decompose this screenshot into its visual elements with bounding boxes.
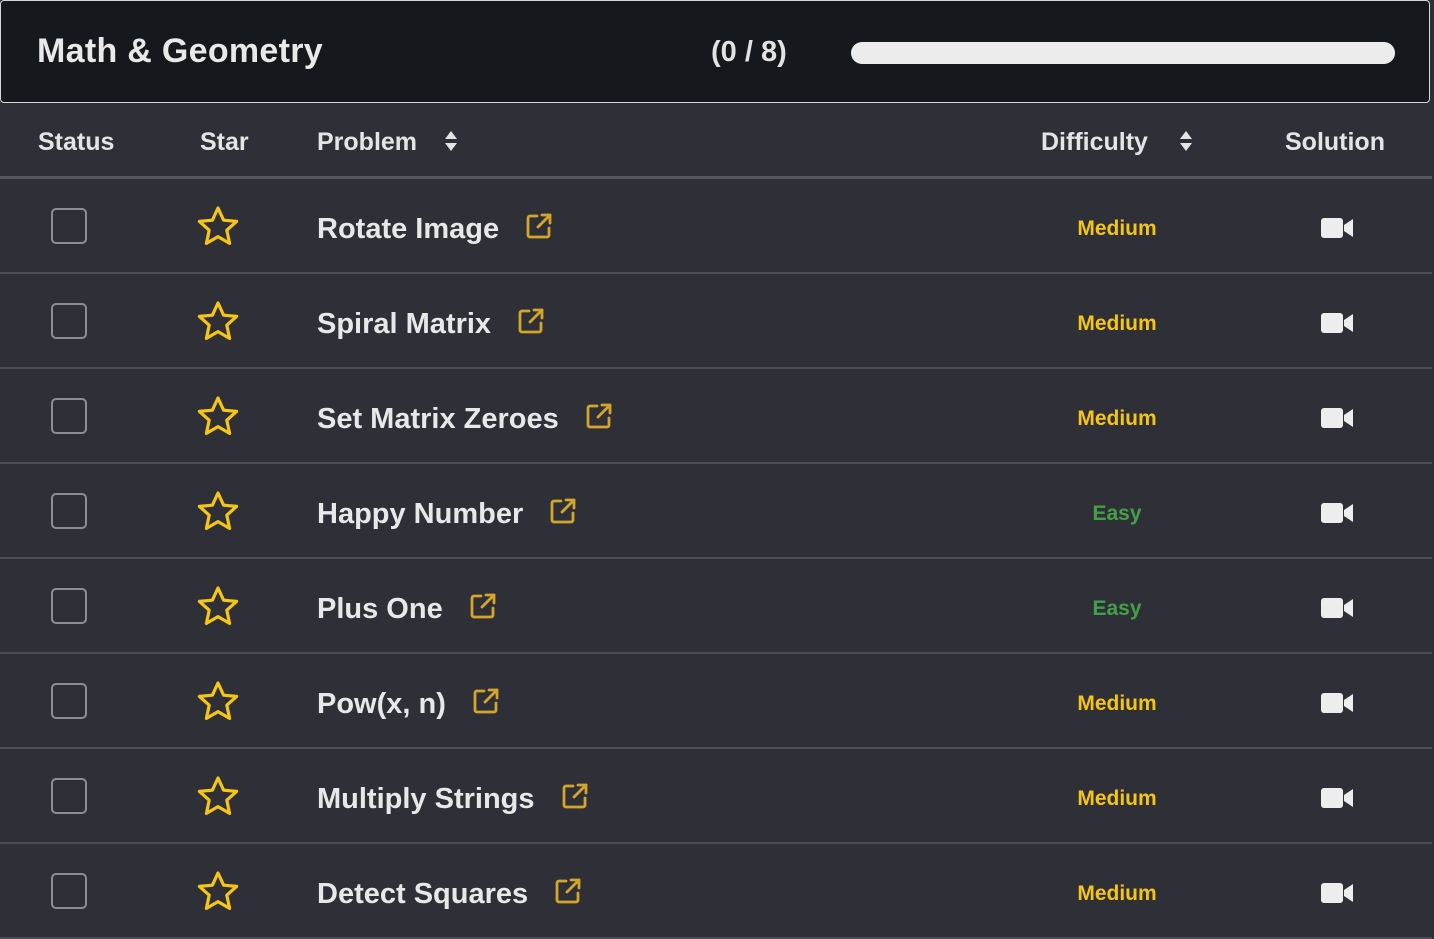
status-checkbox[interactable] bbox=[51, 398, 87, 434]
star-icon[interactable] bbox=[196, 680, 240, 722]
status-column-header: Status bbox=[38, 128, 115, 156]
difficulty-badge: Easy bbox=[1092, 502, 1142, 525]
problem-link[interactable]: Plus One bbox=[317, 592, 497, 626]
external-link-icon[interactable] bbox=[554, 877, 582, 905]
problems-table: Status Star Problem Difficulty Solution … bbox=[0, 110, 1432, 939]
external-link-icon[interactable] bbox=[549, 497, 577, 525]
difficulty-sort-icon[interactable] bbox=[1179, 130, 1193, 152]
external-link-icon[interactable] bbox=[561, 782, 589, 810]
problem-link[interactable]: Detect Squares bbox=[317, 877, 582, 911]
problem-link[interactable]: Happy Number bbox=[317, 497, 577, 531]
external-link-icon[interactable] bbox=[585, 402, 613, 430]
table-row: Detect Squares Medium bbox=[0, 844, 1432, 939]
status-checkbox[interactable] bbox=[51, 588, 87, 624]
problem-name: Pow(x, n) bbox=[317, 688, 446, 720]
star-icon[interactable] bbox=[196, 205, 240, 247]
difficulty-badge: Medium bbox=[1077, 407, 1157, 430]
progress-bar bbox=[851, 42, 1395, 64]
table-row: Multiply Strings Medium bbox=[0, 749, 1432, 844]
problem-link[interactable]: Set Matrix Zeroes bbox=[317, 402, 613, 436]
video-camera-icon[interactable] bbox=[1320, 312, 1354, 334]
star-icon[interactable] bbox=[196, 395, 240, 437]
external-link-icon[interactable] bbox=[517, 307, 545, 335]
difficulty-badge: Medium bbox=[1077, 312, 1157, 335]
difficulty-badge: Medium bbox=[1077, 217, 1157, 240]
table-body: Rotate Image Medium Spiral Matrix Medium bbox=[0, 179, 1432, 939]
progress-count: (0 / 8) bbox=[711, 36, 787, 68]
problem-link[interactable]: Rotate Image bbox=[317, 212, 553, 246]
difficulty-badge: Medium bbox=[1077, 692, 1157, 715]
problem-name: Rotate Image bbox=[317, 213, 500, 245]
table-row: Rotate Image Medium bbox=[0, 179, 1432, 274]
status-checkbox[interactable] bbox=[51, 778, 87, 814]
star-icon[interactable] bbox=[196, 775, 240, 817]
problem-name: Multiply Strings bbox=[317, 783, 535, 815]
difficulty-badge: Easy bbox=[1092, 597, 1142, 620]
problem-name: Spiral Matrix bbox=[317, 308, 492, 340]
table-row: Happy Number Easy bbox=[0, 464, 1432, 559]
external-link-icon[interactable] bbox=[469, 592, 497, 620]
table-row: Pow(x, n) Medium bbox=[0, 654, 1432, 749]
status-checkbox[interactable] bbox=[51, 873, 87, 909]
star-icon[interactable] bbox=[196, 585, 240, 627]
problem-name: Plus One bbox=[317, 593, 443, 625]
difficulty-column-header[interactable]: Difficulty bbox=[1041, 128, 1148, 157]
section-title: Math & Geometry bbox=[37, 32, 323, 70]
problem-link[interactable]: Spiral Matrix bbox=[317, 307, 545, 341]
video-camera-icon[interactable] bbox=[1320, 882, 1354, 904]
table-row: Spiral Matrix Medium bbox=[0, 274, 1432, 369]
video-camera-icon[interactable] bbox=[1320, 597, 1354, 619]
video-camera-icon[interactable] bbox=[1320, 502, 1354, 524]
table-header: Status Star Problem Difficulty Solution bbox=[0, 110, 1432, 179]
external-link-icon[interactable] bbox=[472, 687, 500, 715]
status-checkbox[interactable] bbox=[51, 683, 87, 719]
video-camera-icon[interactable] bbox=[1320, 787, 1354, 809]
status-checkbox[interactable] bbox=[51, 493, 87, 529]
problem-link[interactable]: Pow(x, n) bbox=[317, 687, 500, 721]
problem-column-header[interactable]: Problem bbox=[317, 128, 417, 157]
video-camera-icon[interactable] bbox=[1320, 217, 1354, 239]
problem-name: Detect Squares bbox=[317, 878, 529, 910]
star-icon[interactable] bbox=[196, 870, 240, 912]
status-checkbox[interactable] bbox=[51, 208, 87, 244]
section-header[interactable]: Math & Geometry (0 / 8) bbox=[0, 0, 1430, 103]
video-camera-icon[interactable] bbox=[1320, 692, 1354, 714]
external-link-icon[interactable] bbox=[525, 212, 553, 240]
table-row: Set Matrix Zeroes Medium bbox=[0, 369, 1432, 464]
problem-sort-icon[interactable] bbox=[444, 130, 458, 152]
star-icon[interactable] bbox=[196, 300, 240, 342]
star-icon[interactable] bbox=[196, 490, 240, 532]
difficulty-badge: Medium bbox=[1077, 787, 1157, 810]
problem-name: Happy Number bbox=[317, 498, 524, 530]
video-camera-icon[interactable] bbox=[1320, 407, 1354, 429]
star-column-header: Star bbox=[200, 128, 249, 156]
table-row: Plus One Easy bbox=[0, 559, 1432, 654]
problem-link[interactable]: Multiply Strings bbox=[317, 782, 589, 816]
problem-name: Set Matrix Zeroes bbox=[317, 403, 559, 435]
status-checkbox[interactable] bbox=[51, 303, 87, 339]
difficulty-badge: Medium bbox=[1077, 882, 1157, 905]
solution-column-header: Solution bbox=[1285, 128, 1385, 156]
